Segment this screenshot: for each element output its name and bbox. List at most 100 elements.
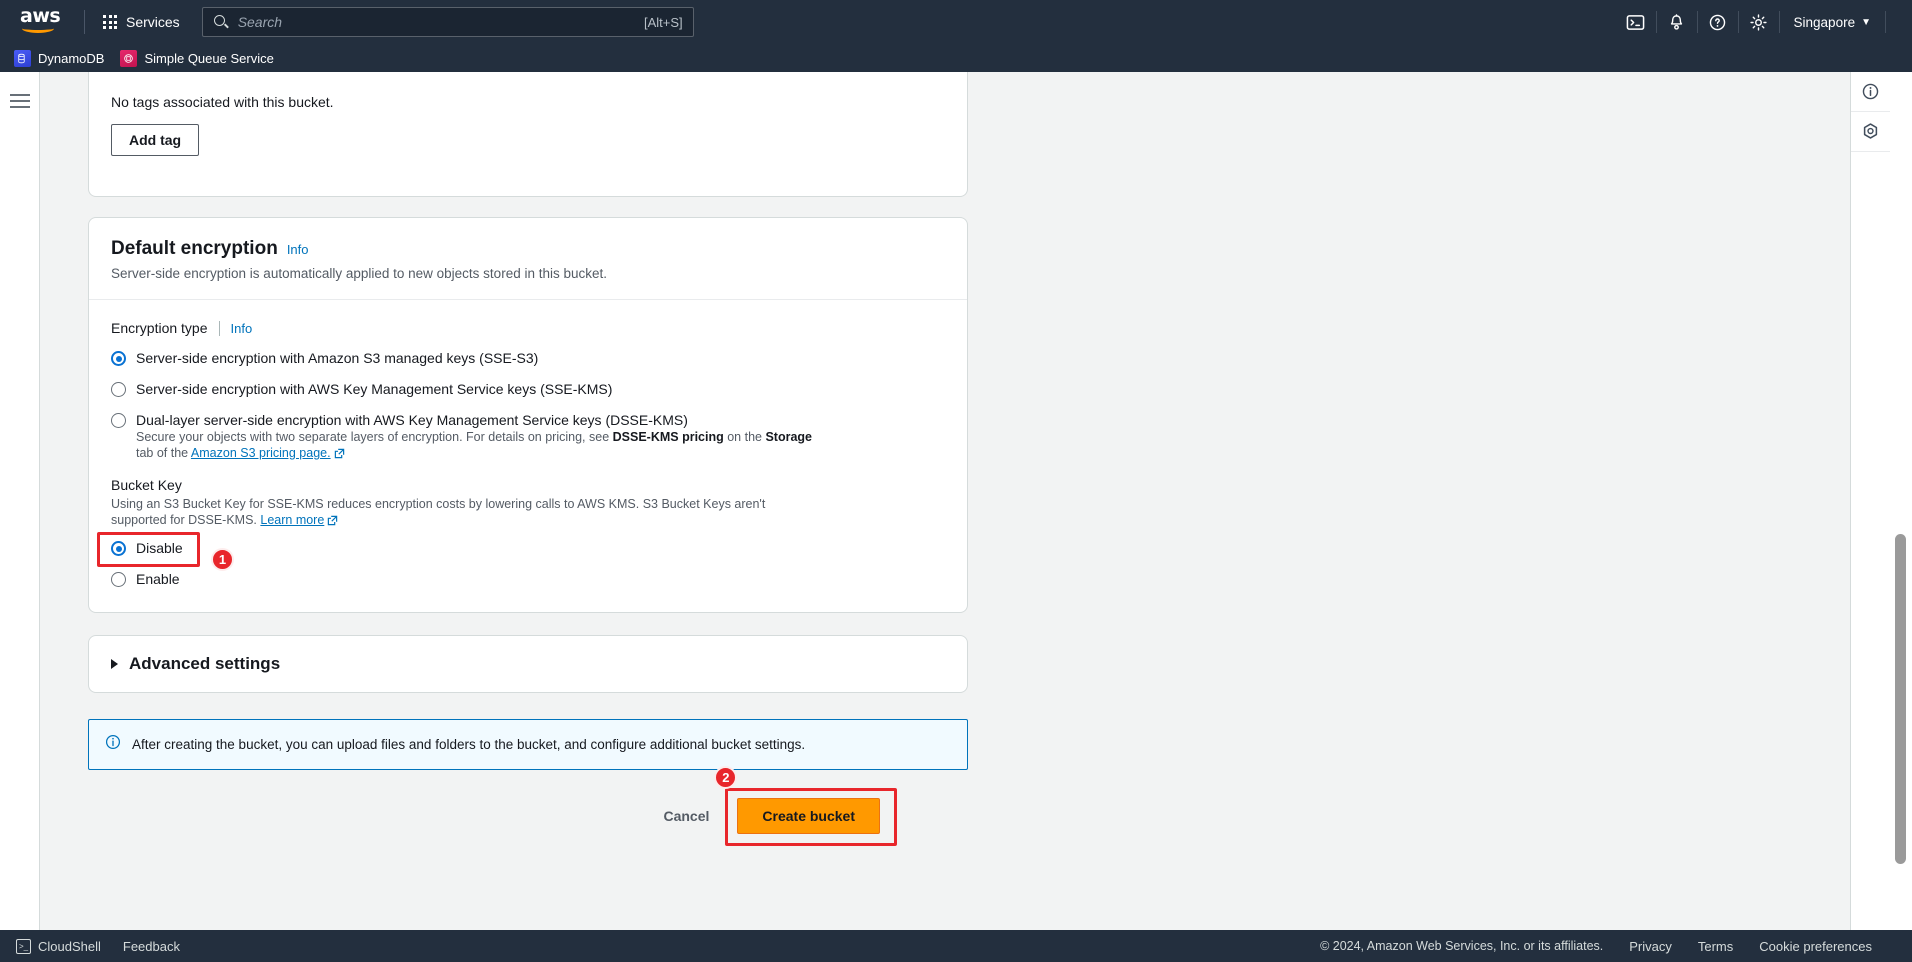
cookie-preferences-link[interactable]: Cookie preferences	[1759, 939, 1872, 954]
bucket-key-description-text: Using an S3 Bucket Key for SSE-KMS reduc…	[111, 497, 766, 527]
sqs-icon	[120, 49, 138, 67]
encryption-type-dsse-kms-radio[interactable]: Dual-layer server-side encryption with A…	[111, 412, 945, 429]
grid-icon	[103, 15, 117, 29]
region-label: Singapore	[1793, 14, 1856, 30]
radio-indicator	[111, 351, 126, 366]
terms-link[interactable]: Terms	[1698, 939, 1733, 954]
feedback-link[interactable]: Feedback	[123, 939, 180, 954]
cloudshell-icon[interactable]	[1616, 0, 1656, 44]
encryption-type-label-row: Encryption type Info	[111, 320, 945, 336]
bucket-key-label: Bucket Key	[111, 477, 182, 493]
top-navigation-bar: aws Services Search [Alt+S] Singapore ▼	[0, 0, 1912, 44]
info-panel-icon[interactable]	[1851, 72, 1890, 112]
right-rail	[1850, 72, 1890, 962]
cloudshell-icon: >_	[16, 938, 31, 954]
radio-label: Server-side encryption with AWS Key Mana…	[136, 381, 613, 397]
chevron-down-icon: ▼	[1861, 16, 1871, 28]
dsse-note-part1: Secure your objects with two separate la…	[136, 430, 613, 444]
radio-indicator	[111, 572, 126, 587]
cloudshell-button[interactable]: >_ CloudShell	[16, 938, 101, 954]
service-tab-dynamodb[interactable]: DynamoDB	[14, 49, 105, 67]
external-link-icon	[334, 447, 345, 463]
aws-logo-text: aws	[20, 5, 61, 27]
left-rail	[0, 72, 40, 962]
tags-card: No tags associated with this bucket. Add…	[88, 72, 968, 197]
bucket-key-learn-more-link[interactable]: Learn more	[260, 513, 324, 527]
radio-indicator	[111, 413, 126, 428]
nav-divider	[84, 10, 85, 34]
services-menu-button[interactable]: Services	[93, 8, 190, 36]
label-divider	[218, 320, 220, 336]
encryption-type-sse-kms-radio[interactable]: Server-side encryption with AWS Key Mana…	[111, 381, 945, 398]
favorite-services-bar: DynamoDB Simple Queue Service	[0, 44, 1912, 72]
shortcuts-icon[interactable]	[1851, 112, 1890, 152]
s3-pricing-page-link[interactable]: Amazon S3 pricing page.	[191, 446, 331, 460]
gear-icon[interactable]	[1739, 0, 1779, 44]
create-bucket-wrapper: Create bucket 2	[714, 766, 898, 846]
footer-left-group: >_ CloudShell Feedback	[16, 938, 180, 954]
default-encryption-header: Default encryption Info Server-side encry…	[89, 218, 967, 300]
search-icon	[213, 14, 229, 30]
services-label: Services	[126, 14, 180, 30]
bucket-key-enable-radio[interactable]: Enable	[111, 571, 945, 588]
radio-indicator	[111, 541, 126, 556]
cloudshell-label: CloudShell	[38, 938, 101, 954]
advanced-settings-toggle[interactable]: Advanced settings	[111, 654, 945, 674]
bell-icon[interactable]	[1657, 0, 1697, 44]
search-placeholder: Search	[237, 14, 283, 30]
radio-label: Server-side encryption with Amazon S3 ma…	[136, 350, 539, 366]
help-circle-icon[interactable]	[1698, 0, 1738, 44]
tags-empty-text: No tags associated with this bucket.	[111, 94, 334, 110]
chevron-right-icon	[111, 659, 118, 669]
page-title: Default encryption	[111, 238, 278, 259]
top-nav-right-group: Singapore ▼	[1616, 0, 1904, 44]
dynamodb-icon	[14, 49, 31, 67]
global-search-input[interactable]: Search [Alt+S]	[201, 7, 694, 37]
bucket-key-disable-radio[interactable]: Disable	[111, 540, 945, 557]
footer-right-group: © 2024, Amazon Web Services, Inc. or its…	[1320, 939, 1896, 954]
dsse-note-bold1: DSSE-KMS pricing	[612, 430, 724, 444]
create-bucket-button[interactable]: Create bucket	[737, 798, 880, 834]
service-tab-label: Simple Queue Service	[144, 50, 274, 66]
nav-separator	[1885, 11, 1886, 33]
info-alert: After creating the bucket, you can uploa…	[88, 719, 968, 770]
region-selector[interactable]: Singapore ▼	[1780, 0, 1885, 44]
default-encryption-body: Encryption type Info Server-side encrypt…	[89, 300, 967, 612]
form-column: No tags associated with this bucket. Add…	[88, 72, 968, 846]
service-tab-sqs[interactable]: Simple Queue Service	[120, 49, 274, 67]
encryption-info-link[interactable]: Info	[287, 242, 309, 257]
radio-label: Dual-layer server-side encryption with A…	[136, 412, 688, 428]
dsse-kms-note: Secure your objects with two separate la…	[136, 429, 826, 461]
default-encryption-card: Default encryption Info Server-side encry…	[88, 217, 968, 613]
footer-bar: >_ CloudShell Feedback © 2024, Amazon We…	[0, 930, 1912, 962]
encryption-type-sse-s3-radio[interactable]: Server-side encryption with Amazon S3 ma…	[111, 350, 945, 367]
default-encryption-description: Server-side encryption is automatically …	[111, 266, 607, 281]
radio-label: Enable	[136, 571, 180, 587]
scrollbar-thumb[interactable]	[1895, 534, 1906, 864]
copyright-text: © 2024, Amazon Web Services, Inc. or its…	[1320, 939, 1604, 953]
cancel-button[interactable]: Cancel	[651, 800, 721, 832]
dsse-note-part2: on the	[723, 430, 766, 444]
advanced-settings-label: Advanced settings	[129, 654, 281, 673]
info-alert-text: After creating the bucket, you can uploa…	[132, 737, 806, 752]
info-circle-icon	[105, 734, 121, 755]
radio-indicator	[111, 382, 126, 397]
hamburger-menu-icon[interactable]	[10, 94, 30, 112]
encryption-type-info-link[interactable]: Info	[231, 321, 253, 336]
service-tab-label: DynamoDB	[38, 50, 105, 66]
encryption-type-label: Encryption type	[111, 320, 208, 336]
main-content-area: No tags associated with this bucket. Add…	[40, 72, 1870, 945]
bucket-key-radio-group: Disable Enable 1	[97, 532, 945, 588]
radio-label: Disable	[136, 540, 183, 556]
bucket-key-description: Using an S3 Bucket Key for SSE-KMS reduc…	[111, 496, 811, 528]
search-shortcut-hint: [Alt+S]	[644, 14, 683, 30]
privacy-link[interactable]: Privacy	[1629, 939, 1672, 954]
form-actions: Cancel Create bucket 2	[88, 766, 968, 846]
advanced-settings-card[interactable]: Advanced settings	[88, 635, 968, 693]
vertical-scrollbar[interactable]	[1890, 72, 1912, 962]
add-tag-button[interactable]: Add tag	[111, 124, 200, 156]
external-link-icon	[327, 514, 338, 530]
dsse-note-bold2: Storage	[765, 430, 812, 444]
aws-logo[interactable]: aws	[20, 5, 66, 36]
dsse-note-part3: tab of the	[136, 446, 191, 460]
